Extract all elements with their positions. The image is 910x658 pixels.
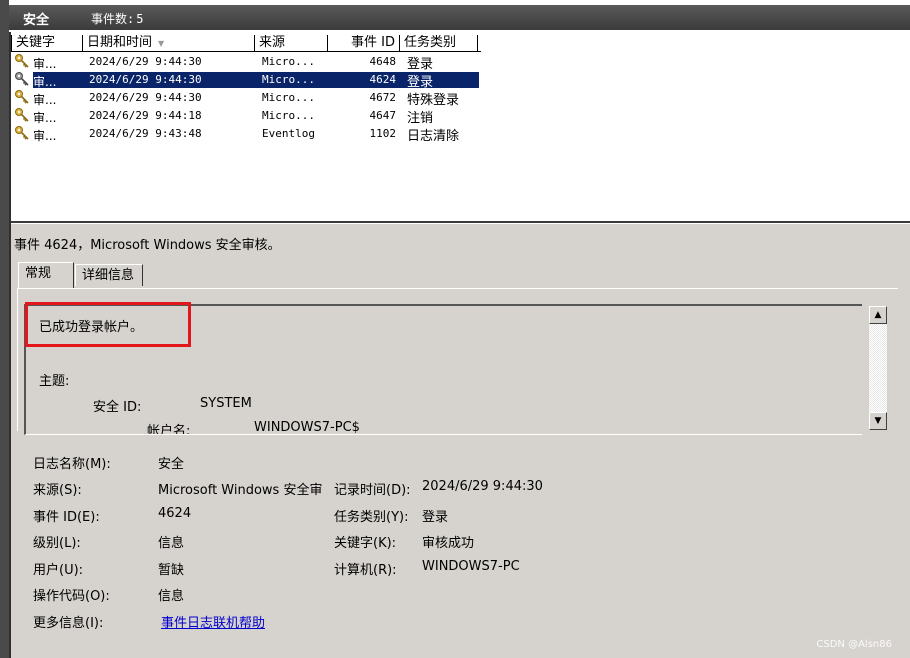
field-logged-value: 2024/6/29 9:44:30 bbox=[422, 479, 543, 494]
sort-descending-icon: ▼ bbox=[158, 39, 165, 48]
key-icon bbox=[15, 108, 29, 122]
cell-source: Eventlog bbox=[262, 127, 315, 140]
description-scrollbar[interactable]: ▲ ▼ bbox=[869, 306, 887, 430]
field-level-value: 信息 bbox=[158, 536, 185, 551]
cell-task-category: 登录 bbox=[407, 57, 434, 72]
field-log-name-label: 日志名称(M): bbox=[33, 457, 111, 472]
field-opcode-value: 信息 bbox=[158, 589, 185, 604]
field-task-category-label: 任务类别(Y): bbox=[334, 510, 409, 525]
list-header: 关键字 日期和时间 ▼ 来源 事件 ID 任务类别 bbox=[11, 35, 481, 52]
field-more-info-label: 更多信息(I): bbox=[33, 616, 104, 631]
cell-event-id: 1102 bbox=[369, 127, 397, 140]
cell-task-category: 登录 bbox=[407, 75, 434, 90]
cell-datetime: 2024/6/29 9:43:48 bbox=[89, 127, 202, 140]
column-header-keyword[interactable]: 关键字 bbox=[11, 35, 83, 51]
cell-event-id: 4624 bbox=[369, 73, 397, 86]
field-keywords-label: 关键字(K): bbox=[334, 536, 397, 551]
cell-keyword: 审... bbox=[33, 75, 57, 89]
key-icon bbox=[15, 72, 29, 86]
cell-event-id: 4648 bbox=[369, 55, 397, 68]
cell-source: Micro... bbox=[262, 55, 315, 68]
field-source-label: 来源(S): bbox=[33, 483, 82, 498]
field-user-value: 暂缺 bbox=[158, 563, 185, 578]
field-event-id-label: 事件 ID(E): bbox=[33, 510, 100, 525]
field-user-label: 用户(U): bbox=[33, 563, 84, 578]
log-title: 安全 bbox=[23, 13, 50, 28]
column-header-task-category[interactable]: 任务类别 bbox=[400, 35, 478, 51]
cell-source: Micro... bbox=[262, 91, 315, 104]
key-icon bbox=[15, 54, 29, 68]
description-security-id-label: 安全 ID: bbox=[93, 400, 142, 415]
table-row[interactable]: 审... 2024/6/29 9:44:30 Micro... 4648 登录 bbox=[11, 53, 910, 72]
field-logged-label: 记录时间(D): bbox=[334, 483, 411, 498]
window-left-border bbox=[0, 0, 9, 658]
field-event-id-value: 4624 bbox=[158, 506, 192, 521]
cell-keyword: 审... bbox=[33, 93, 57, 107]
event-list[interactable]: 关键字 日期和时间 ▼ 来源 事件 ID 任务类别 审... 2024/6/29 … bbox=[11, 33, 910, 223]
cell-source: Micro... bbox=[262, 73, 315, 86]
description-account-name-value: WINDOWS7-PC$ bbox=[254, 420, 360, 435]
arrow-up-icon[interactable]: ▲ bbox=[869, 306, 887, 324]
key-icon bbox=[15, 126, 29, 140]
table-row-selected[interactable]: 审... 2024/6/29 9:44:30 Micro... 4624 登录 bbox=[11, 71, 910, 90]
cell-datetime: 2024/6/29 9:44:30 bbox=[89, 55, 202, 68]
tab-general[interactable]: 常规 bbox=[18, 262, 74, 288]
field-source-value: Microsoft Windows 安全审 bbox=[158, 483, 323, 498]
field-log-name-value: 安全 bbox=[158, 457, 185, 472]
description-subject-label: 主题: bbox=[39, 374, 70, 389]
cell-datetime: 2024/6/29 9:44:18 bbox=[89, 109, 202, 122]
description-security-id-value: SYSTEM bbox=[200, 396, 252, 411]
cell-keyword: 审... bbox=[33, 57, 57, 71]
event-count-value: 5 bbox=[136, 12, 144, 26]
field-task-category-value: 登录 bbox=[422, 510, 449, 525]
arrow-down-icon[interactable]: ▼ bbox=[869, 412, 887, 430]
event-detail-title: 事件 4624，Microsoft Windows 安全审核。 bbox=[14, 238, 281, 253]
cell-event-id: 4647 bbox=[369, 109, 397, 122]
cell-keyword: 审... bbox=[33, 129, 57, 143]
log-header-bar: 安全 事件数: 5 bbox=[9, 5, 910, 30]
key-icon bbox=[15, 90, 29, 104]
cell-task-category: 注销 bbox=[407, 111, 434, 126]
event-count: 事件数: 5 bbox=[89, 10, 143, 27]
column-header-source[interactable]: 来源 bbox=[255, 35, 328, 51]
column-header-datetime[interactable]: 日期和时间 ▼ bbox=[83, 35, 255, 51]
cell-source: Micro... bbox=[262, 109, 315, 122]
event-count-label: 事件数: bbox=[91, 12, 135, 26]
watermark: CSDN @Alsn86 bbox=[816, 639, 892, 650]
cell-keyword: 审... bbox=[33, 111, 57, 125]
annotation-red-box bbox=[25, 302, 191, 347]
online-help-link[interactable]: 事件日志联机帮助 bbox=[161, 612, 265, 631]
cell-task-category: 特殊登录 bbox=[407, 93, 460, 108]
table-row[interactable]: 审... 2024/6/29 9:44:18 Micro... 4647 注销 bbox=[11, 107, 910, 126]
column-header-datetime-label: 日期和时间 bbox=[87, 35, 153, 50]
field-computer-label: 计算机(R): bbox=[334, 563, 397, 578]
cell-event-id: 4672 bbox=[369, 91, 397, 104]
column-header-event-id[interactable]: 事件 ID bbox=[328, 35, 400, 51]
field-level-label: 级别(L): bbox=[33, 536, 81, 551]
cell-task-category: 日志清除 bbox=[407, 129, 460, 144]
cell-datetime: 2024/6/29 9:44:30 bbox=[89, 73, 202, 86]
event-detail-pane: 事件 4624，Microsoft Windows 安全审核。 常规 详细信息 … bbox=[11, 224, 910, 658]
table-row[interactable]: 审... 2024/6/29 9:43:48 Eventlog 1102 日志清… bbox=[11, 125, 910, 144]
field-keywords-value: 审核成功 bbox=[422, 536, 475, 551]
description-account-name-label: 帐户名: bbox=[147, 424, 191, 435]
table-row[interactable]: 审... 2024/6/29 9:44:30 Micro... 4672 特殊登… bbox=[11, 89, 910, 108]
field-opcode-label: 操作代码(O): bbox=[33, 589, 110, 604]
field-computer-value: WINDOWS7-PC bbox=[422, 559, 520, 574]
cell-datetime: 2024/6/29 9:44:30 bbox=[89, 91, 202, 104]
tab-details[interactable]: 详细信息 bbox=[75, 264, 143, 286]
event-viewer-window: 安全 事件数: 5 关键字 日期和时间 ▼ 来源 事件 ID 任务类别 审... 2… bbox=[0, 0, 910, 658]
